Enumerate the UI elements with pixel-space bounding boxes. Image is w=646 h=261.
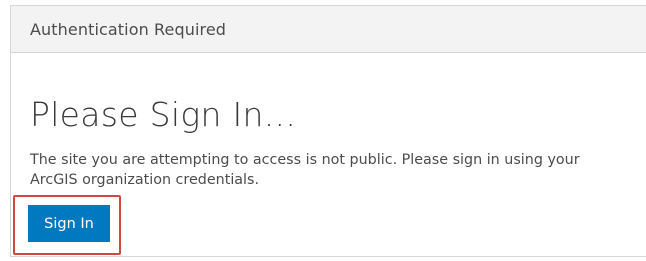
panel-header-title: Authentication Required [30,19,227,39]
page-title: Please Sign In... [30,95,297,134]
sign-in-button[interactable]: Sign In [28,205,110,242]
auth-panel: Authentication Required Please Sign In..… [10,5,646,257]
access-message: The site you are attempting to access is… [30,152,580,188]
panel-header: Authentication Required [11,6,646,53]
